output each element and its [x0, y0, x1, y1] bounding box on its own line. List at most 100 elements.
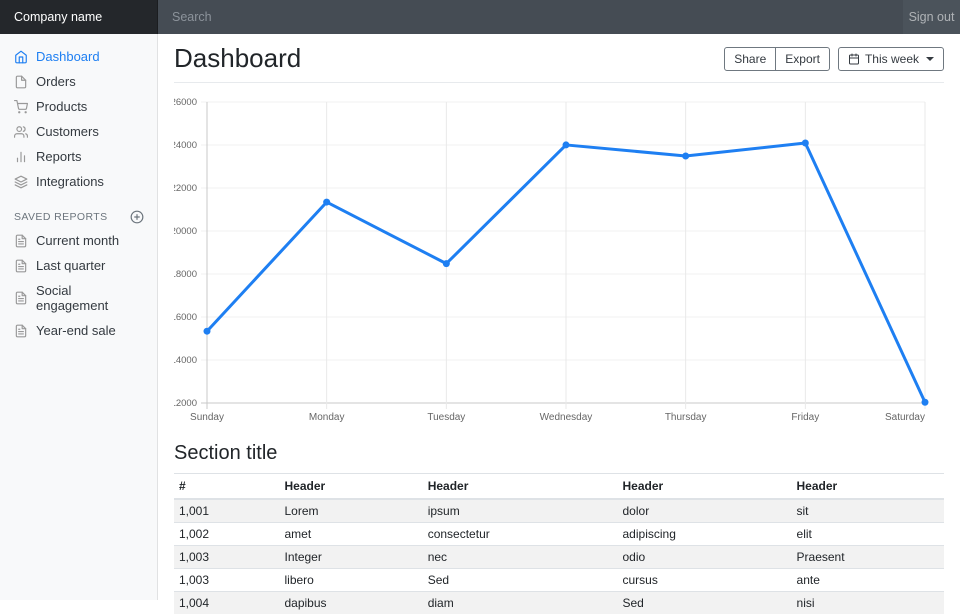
table-cell: odio — [618, 546, 792, 569]
table-cell: cursus — [618, 569, 792, 592]
table-row: 1,002ametconsecteturadipiscingelit — [174, 523, 944, 546]
sidebar-nav: Dashboard Orders Products Customers Reports I… — [0, 44, 158, 194]
svg-text:Tuesday: Tuesday — [427, 412, 465, 423]
data-table: #HeaderHeaderHeaderHeader 1,001Loremipsu… — [174, 473, 944, 614]
file-icon — [14, 75, 28, 89]
saved-report-year-end-sale[interactable]: Year-end sale — [0, 318, 158, 343]
brand[interactable]: Company name — [0, 0, 158, 34]
toolbar: Share Export This week — [724, 47, 944, 71]
saved-report-label: Year-end sale — [36, 323, 116, 338]
table-column-header: Header — [279, 474, 422, 500]
table-cell: 1,001 — [174, 499, 279, 523]
table-cell: sit — [792, 499, 944, 523]
saved-report-current-month[interactable]: Current month — [0, 228, 158, 253]
table-cell: libero — [279, 569, 422, 592]
sidebar-item-orders[interactable]: Orders — [0, 69, 158, 94]
saved-report-label: Social engagement — [36, 283, 144, 313]
svg-text:18000: 18000 — [174, 269, 197, 280]
caret-down-icon — [926, 57, 934, 61]
table-cell: 1,004 — [174, 592, 279, 614]
search-input[interactable] — [158, 0, 903, 34]
saved-report-label: Last quarter — [36, 258, 105, 273]
svg-text:22000: 22000 — [174, 183, 197, 194]
week-dropdown-button[interactable]: This week — [838, 47, 944, 71]
table-header-row: #HeaderHeaderHeaderHeader — [174, 474, 944, 500]
table-cell: dolor — [618, 499, 792, 523]
table-body: 1,001Loremipsumdolorsit1,002ametconsecte… — [174, 499, 944, 614]
sidebar-item-label: Reports — [36, 149, 82, 164]
table-cell: diam — [423, 592, 618, 614]
table-row: 1,003IntegernecodioPraesent — [174, 546, 944, 569]
table-row: 1,003liberoSedcursusante — [174, 569, 944, 592]
sidebar-item-products[interactable]: Products — [0, 94, 158, 119]
sidebar-item-dashboard[interactable]: Dashboard — [0, 44, 158, 69]
table-cell: consectetur — [423, 523, 618, 546]
table-cell: Praesent — [792, 546, 944, 569]
export-button[interactable]: Export — [775, 47, 830, 71]
top-navbar: Company name Sign out — [0, 0, 960, 34]
week-dropdown-label: This week — [865, 51, 919, 67]
table-cell: elit — [792, 523, 944, 546]
plus-circle-icon[interactable] — [130, 210, 144, 224]
sidebar-item-integrations[interactable]: Integrations — [0, 169, 158, 194]
svg-text:Saturday: Saturday — [885, 412, 925, 423]
sidebar-item-label: Integrations — [36, 174, 104, 189]
saved-report-last-quarter[interactable]: Last quarter — [0, 253, 158, 278]
saved-reports-header: Saved reports — [0, 210, 158, 224]
table-column-header: Header — [423, 474, 618, 500]
layers-icon — [14, 175, 28, 189]
table-cell: 1,003 — [174, 546, 279, 569]
table-column-header: # — [174, 474, 279, 500]
svg-text:Friday: Friday — [791, 412, 819, 423]
table-column-header: Header — [792, 474, 944, 500]
page-title: Dashboard — [174, 43, 301, 74]
svg-text:24000: 24000 — [174, 140, 197, 151]
page-header: Dashboard Share Export This week — [174, 34, 944, 83]
svg-text:Monday: Monday — [309, 412, 345, 423]
table-cell: Sed — [423, 569, 618, 592]
file-text-icon — [14, 324, 28, 338]
table-cell: ante — [792, 569, 944, 592]
section-title: Section title — [174, 442, 944, 465]
share-export-group: Share Export — [724, 47, 830, 71]
svg-text:14000: 14000 — [174, 355, 197, 366]
calendar-icon — [848, 53, 860, 65]
sign-out-link[interactable]: Sign out — [903, 0, 960, 34]
sidebar-item-label: Orders — [36, 74, 76, 89]
saved-report-label: Current month — [36, 233, 119, 248]
svg-text:26000: 26000 — [174, 97, 197, 108]
table-cell: ipsum — [423, 499, 618, 523]
sidebar-item-label: Products — [36, 99, 87, 114]
table-cell: Lorem — [279, 499, 422, 523]
sales-line-chart: 12000 14000 16000 18000 20000 22000 24000 26000… — [174, 94, 944, 426]
file-text-icon — [14, 234, 28, 248]
svg-text:Wednesday: Wednesday — [540, 412, 593, 423]
bar-chart-icon — [14, 150, 28, 164]
sidebar-item-reports[interactable]: Reports — [0, 144, 158, 169]
table-cell: dapibus — [279, 592, 422, 614]
sidebar: Dashboard Orders Products Customers Reports I… — [0, 34, 158, 600]
table-cell: 1,003 — [174, 569, 279, 592]
table-row: 1,004dapibusdiamSednisi — [174, 592, 944, 614]
table-cell: nec — [423, 546, 618, 569]
svg-text:12000: 12000 — [174, 398, 197, 409]
table-column-header: Header — [618, 474, 792, 500]
file-text-icon — [14, 259, 28, 273]
table-cell: amet — [279, 523, 422, 546]
saved-report-social-engagement[interactable]: Social engagement — [0, 278, 158, 318]
svg-text:16000: 16000 — [174, 312, 197, 323]
line-chart-svg: 12000 14000 16000 18000 20000 22000 24000 26000… — [174, 94, 944, 426]
file-text-icon — [14, 291, 28, 305]
shopping-cart-icon — [14, 100, 28, 114]
svg-text:20000: 20000 — [174, 226, 197, 237]
table-cell: 1,002 — [174, 523, 279, 546]
sidebar-item-label: Customers — [36, 124, 99, 139]
share-button[interactable]: Share — [724, 47, 776, 71]
table-cell: nisi — [792, 592, 944, 614]
main-content: Dashboard Share Export This week 12000 14… — [158, 0, 960, 614]
sidebar-item-customers[interactable]: Customers — [0, 119, 158, 144]
table-row: 1,001Loremipsumdolorsit — [174, 499, 944, 523]
svg-text:Sunday: Sunday — [190, 412, 224, 423]
users-icon — [14, 125, 28, 139]
table-cell: Integer — [279, 546, 422, 569]
